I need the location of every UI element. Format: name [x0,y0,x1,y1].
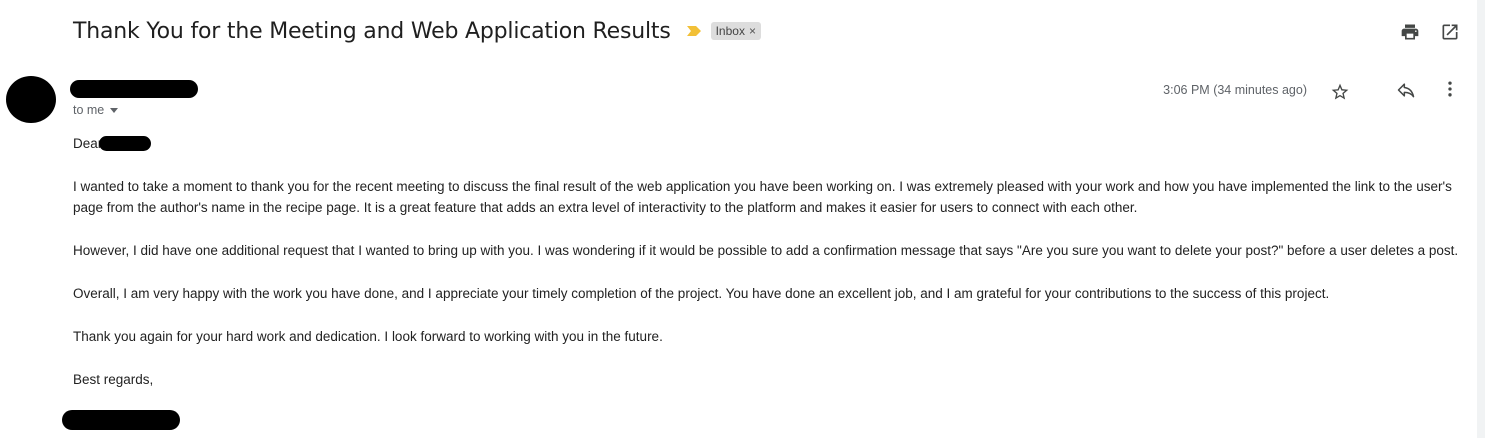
email-body: Dear I wanted to take a moment to thank … [73,133,1463,390]
importance-marker-icon[interactable] [686,26,701,36]
body-paragraph: Thank you again for your hard work and d… [73,329,663,344]
closing-line: Best regards, [73,372,154,387]
recipient-name-redacted [99,136,152,151]
label-text: Inbox [715,24,745,38]
inbox-label-chip: Inbox × [710,22,761,40]
body-paragraph: Overall, I am very happy with the work y… [73,286,1330,301]
email-subject: Thank You for the Meeting and Web Applic… [73,18,671,44]
sender-name-redacted[interactable] [70,80,198,98]
reply-icon[interactable] [1396,80,1416,100]
remove-label-button[interactable]: × [749,24,756,38]
star-icon[interactable] [1330,82,1350,102]
subject-row: Thank You for the Meeting and Web Applic… [73,16,761,46]
email-timestamp: 3:06 PM (34 minutes ago) [1163,83,1307,97]
more-vertical-icon[interactable] [1440,79,1460,99]
body-paragraph: However, I did have one additional reque… [73,243,1459,258]
greeting-text: Dear [73,136,103,151]
chevron-down-icon [110,107,119,113]
body-paragraph: I wanted to take a moment to thank you f… [73,179,1452,215]
greeting-line: Dear [73,133,1463,154]
open-in-new-window-icon[interactable] [1440,22,1460,42]
recipient-details-toggle[interactable]: to me [73,103,119,117]
signature-redacted [62,410,180,430]
recipient-text: to me [73,103,105,117]
scrollbar-track[interactable] [1477,0,1485,438]
sender-avatar[interactable] [6,76,56,123]
print-icon[interactable] [1400,22,1420,42]
